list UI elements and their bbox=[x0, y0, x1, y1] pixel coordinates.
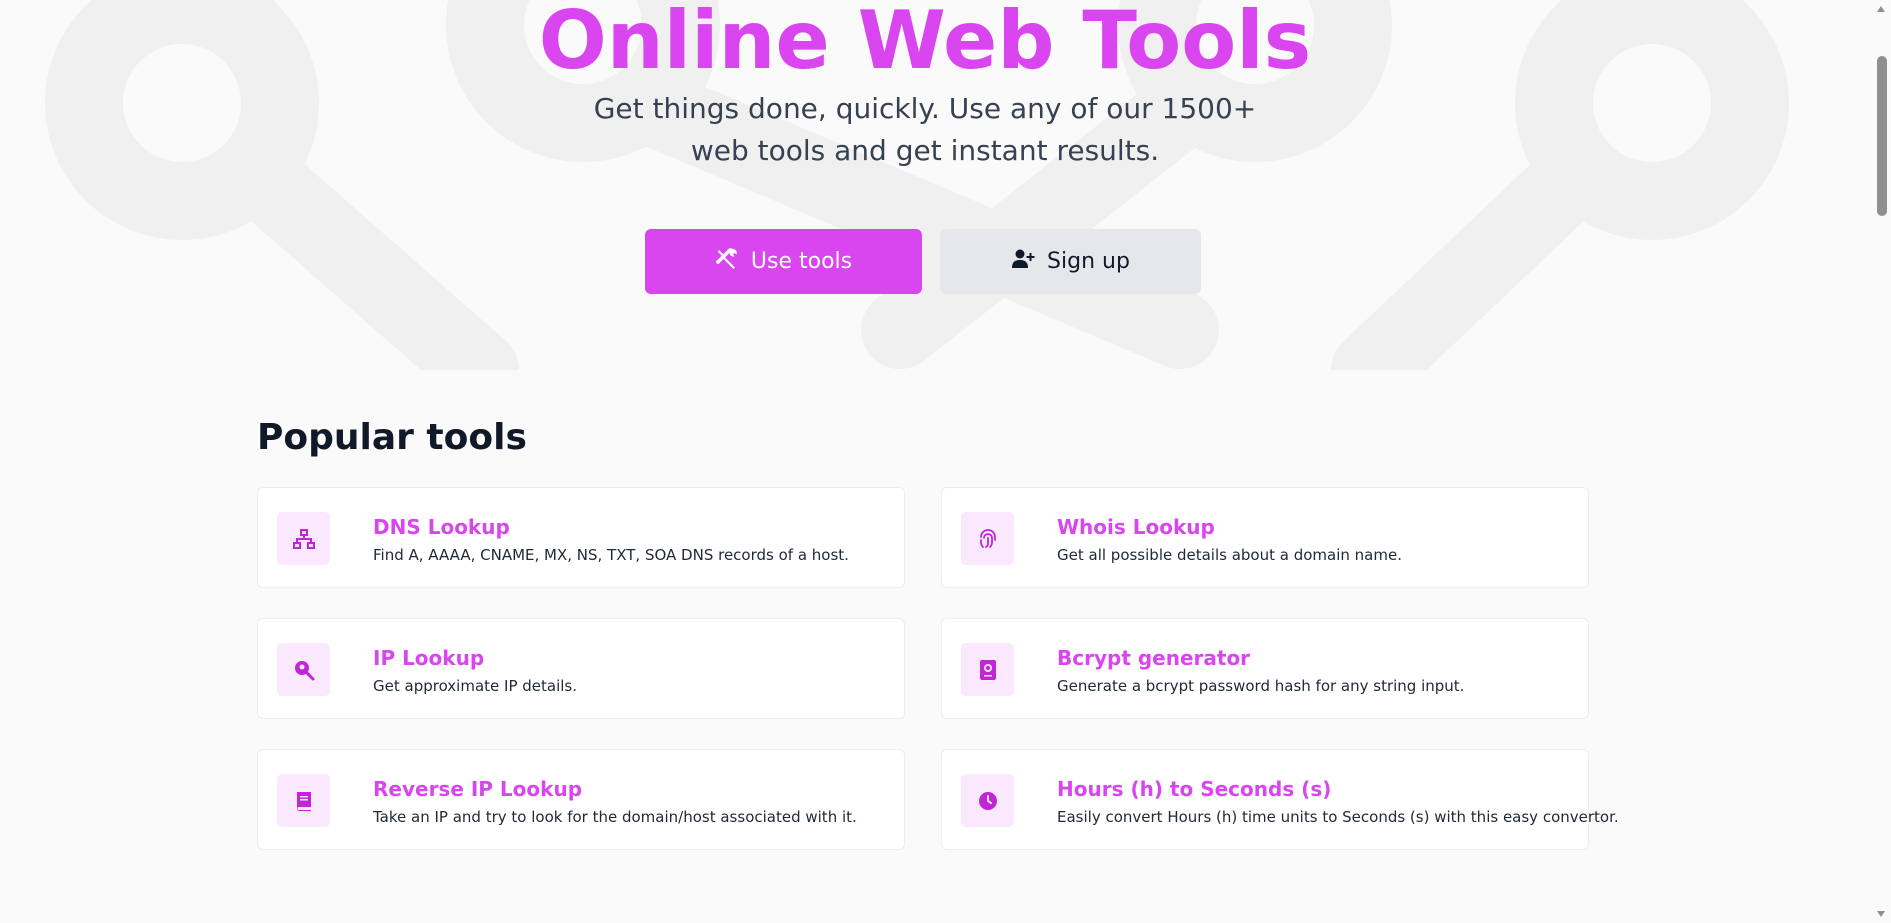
scrollbar-thumb[interactable] bbox=[1877, 56, 1887, 216]
search-location-icon bbox=[277, 643, 330, 696]
network-icon bbox=[277, 512, 330, 565]
tool-card-description: Easily convert Hours (h) time units to S… bbox=[1057, 808, 1619, 826]
user-plus-icon bbox=[1011, 247, 1035, 277]
passport-icon bbox=[961, 643, 1014, 696]
hero-subtitle: Get things done, quickly. Use any of our… bbox=[593, 92, 1257, 167]
tool-card-whois-lookup[interactable]: Whois Lookup Get all possible details ab… bbox=[941, 487, 1589, 588]
tool-card-reverse-ip-lookup[interactable]: Reverse IP Lookup Take an IP and try to … bbox=[257, 749, 905, 850]
tool-card-description: Take an IP and try to look for the domai… bbox=[373, 808, 857, 826]
use-tools-button[interactable]: Use tools bbox=[645, 229, 922, 294]
tool-card-title: Reverse IP Lookup bbox=[373, 777, 583, 801]
tool-card-title: DNS Lookup bbox=[373, 515, 510, 539]
scroll-up-arrow-icon[interactable] bbox=[1877, 6, 1885, 12]
tool-card-title: Hours (h) to Seconds (s) bbox=[1057, 777, 1332, 801]
clock-icon bbox=[961, 774, 1014, 827]
sign-up-button[interactable]: Sign up bbox=[940, 229, 1201, 294]
tool-card-ip-lookup[interactable]: IP Lookup Get approximate IP details. bbox=[257, 618, 905, 719]
popular-tools-heading: Popular tools bbox=[257, 417, 527, 458]
tool-card-description: Find A, AAAA, CNAME, MX, NS, TXT, SOA DN… bbox=[373, 546, 849, 564]
tool-card-description: Get approximate IP details. bbox=[373, 677, 577, 695]
tool-card-dns-lookup[interactable]: DNS Lookup Find A, AAAA, CNAME, MX, NS, … bbox=[257, 487, 905, 588]
tools-icon bbox=[715, 247, 739, 277]
page-title: Online Web Tools bbox=[538, 0, 1312, 87]
tool-card-hours-to-seconds[interactable]: Hours (h) to Seconds (s) Easily convert … bbox=[941, 749, 1619, 850]
tool-card-description: Get all possible details about a domain … bbox=[1057, 546, 1402, 564]
tool-card-title: IP Lookup bbox=[373, 646, 485, 670]
fingerprint-icon bbox=[961, 512, 1014, 565]
sign-up-label: Sign up bbox=[1047, 249, 1130, 274]
scroll-down-arrow-icon[interactable] bbox=[1877, 911, 1885, 917]
tool-card-title: Whois Lookup bbox=[1057, 515, 1215, 539]
vertical-scrollbar[interactable] bbox=[1870, 0, 1891, 923]
tool-card-description: Generate a bcrypt password hash for any … bbox=[1057, 677, 1465, 695]
use-tools-label: Use tools bbox=[750, 249, 853, 274]
book-icon bbox=[277, 774, 330, 827]
tool-card-title: Bcrypt generator bbox=[1057, 646, 1251, 670]
tool-card-bcrypt-generator[interactable]: Bcrypt generator Generate a bcrypt passw… bbox=[941, 618, 1589, 719]
